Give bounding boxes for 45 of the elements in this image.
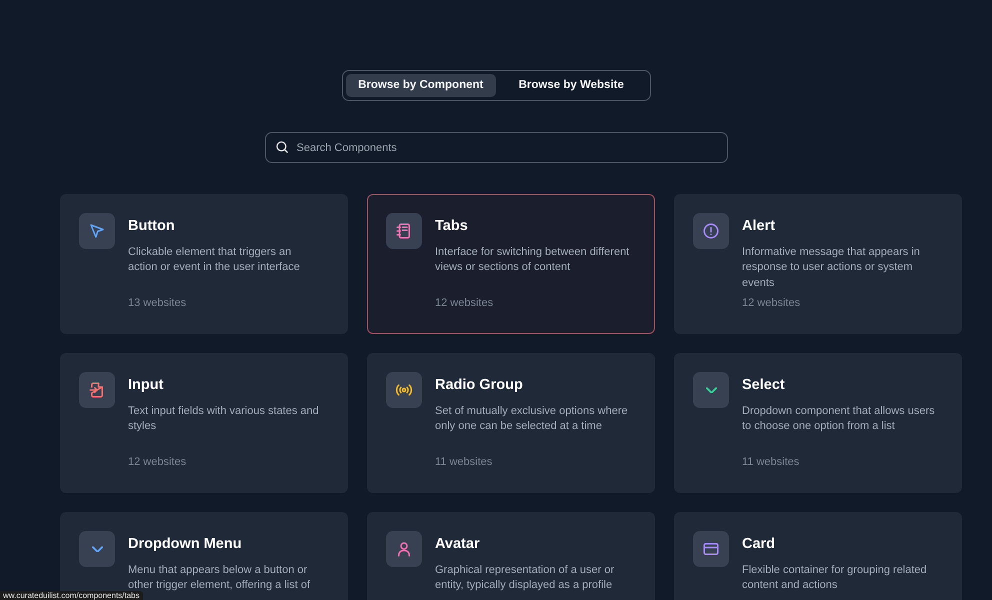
card-description: Set of mutually exclusive options where only one can be selected at a time	[435, 404, 629, 434]
card-description: Dropdown component that allows users to choose one option from a list	[742, 404, 936, 434]
cursor-icon	[88, 222, 106, 240]
component-card[interactable]: Avatar Graphical representation of a user or entity, typically displayed as a profile	[367, 512, 655, 600]
card-description: Graphical representation of a user or entity, typically displayed as a profile	[435, 562, 616, 594]
card-title: Input	[128, 376, 164, 395]
card-description: Flexible container for grouping related content and actions	[742, 562, 928, 594]
search-icon	[274, 140, 288, 154]
website-count: 11 websites	[742, 454, 800, 470]
card-title: Radio Group	[435, 376, 524, 395]
chevron-down-icon	[706, 387, 716, 393]
component-card[interactable]: Select Dropdown component that allows users to choose one option from a list 11 websites	[674, 353, 962, 493]
card-title: Select	[742, 376, 786, 395]
view-tab[interactable]: Browse by Website	[496, 74, 646, 97]
component-card[interactable]: Alert Informative message that appears in response to user actions or system events 12 websites	[674, 194, 962, 334]
card-description: Text input fields with various states and styles	[128, 404, 320, 434]
card-description: Clickable element that triggers an action or event in the user interface	[128, 244, 301, 276]
file-import-icon	[88, 381, 106, 399]
chevron-down-icon	[92, 546, 102, 552]
status-bar-url: ww.curateduilist.com/components/tabs	[0, 591, 143, 600]
card-title: Dropdown Menu	[128, 535, 243, 554]
view-tab[interactable]: Browse by Component	[346, 74, 496, 97]
website-count: 13 websites	[128, 296, 188, 310]
card-description: Menu that appears below a button or other trigger element, offering a list of	[128, 562, 312, 592]
card-title: Button	[128, 217, 176, 236]
user-icon	[395, 540, 413, 558]
notebook-icon	[395, 222, 413, 240]
website-count: 12 websites	[435, 296, 494, 310]
component-card[interactable]: Input Text input fields with various states and styles 12 websites	[60, 353, 348, 493]
component-card[interactable]: Tabs Interface for switching between different views or sections of content 12 websites	[367, 194, 655, 334]
card-title: Avatar	[435, 535, 481, 554]
card-title: Tabs	[435, 217, 469, 236]
alert-icon	[702, 222, 720, 240]
website-count: 11 websites	[435, 454, 494, 470]
component-card[interactable]: Radio Group Set of mutually exclusive options where only one can be selected at a time 11 websites	[367, 353, 655, 493]
card-title: Alert	[742, 217, 776, 236]
card-description: Interface for switching between different views or sections of content	[435, 244, 630, 276]
component-card[interactable]: Card Flexible container for grouping related content and actions	[674, 512, 962, 600]
component-card[interactable]: Button Clickable element that triggers an action or event in the user interface 13 websites	[60, 194, 348, 334]
credit-card-icon	[702, 540, 720, 558]
card-description: Informative message that appears in response to user actions or system events	[742, 244, 921, 291]
card-title: Card	[742, 535, 776, 554]
website-count: 12 websites	[128, 454, 188, 470]
website-count: 12 websites	[742, 296, 802, 310]
search-field[interactable]: Search Components	[264, 132, 728, 163]
